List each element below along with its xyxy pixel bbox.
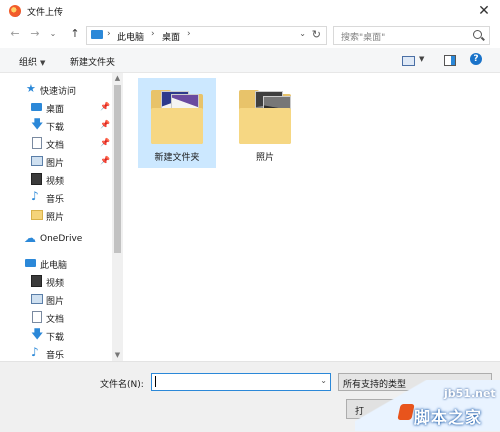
up-button[interactable]: ↑ (68, 27, 82, 41)
recent-locations-button[interactable]: ⌄ (46, 27, 60, 41)
sidebar-item-label: 文档 (46, 315, 65, 325)
sidebar-item-label: OneDrive (40, 234, 83, 244)
scrollbar-thumb[interactable] (114, 85, 121, 253)
firefox-icon (9, 5, 21, 17)
sidebar-item-quick-access[interactable]: ★ 快速访问 (0, 81, 112, 98)
sidebar-item-label: 下载 (46, 123, 65, 133)
computer-icon (25, 259, 36, 267)
folder-photos[interactable]: 照片 (226, 78, 304, 168)
download-icon: 🡇 (31, 117, 44, 131)
folder-icon (31, 210, 43, 220)
video-icon (31, 275, 42, 287)
music-icon: ♪ (31, 345, 39, 359)
sidebar-item-downloads[interactable]: 🡇 下载 📌 (0, 117, 112, 134)
pin-icon: 📌 (100, 138, 110, 147)
forward-button[interactable]: → (28, 27, 42, 41)
breadcrumb-desktop[interactable]: 桌面 (162, 30, 180, 43)
sidebar-item-pictures[interactable]: 图片 📌 (0, 153, 112, 170)
title-bar: 文件上传 ✕ (0, 0, 500, 22)
document-icon (32, 311, 42, 323)
desktop-icon (31, 103, 42, 111)
command-bar: 组织 ▼ 新建文件夹 ▼ ? (0, 48, 500, 73)
download-icon: 🡇 (31, 327, 44, 341)
sidebar-item-label: 音乐 (46, 195, 65, 205)
navigation-bar: ← → ⌄ ↑ › 此电脑 › 桌面 › ⌄ ↻ 搜索"桌面" (0, 22, 500, 48)
chevron-down-icon: ▼ (40, 59, 46, 67)
sidebar-item-label: 视频 (46, 279, 65, 289)
sidebar-item-pc-videos[interactable]: 视频 (0, 273, 112, 290)
sidebar-item-label: 此电脑 (40, 261, 68, 271)
this-pc-icon (91, 30, 103, 39)
file-name: 照片 (255, 153, 274, 163)
address-dropdown-icon[interactable]: ⌄ (299, 29, 306, 38)
search-placeholder: 搜索"桌面" (341, 33, 386, 43)
video-icon (31, 173, 42, 185)
cloud-icon: ☁ (24, 231, 36, 245)
breadcrumb-this-pc[interactable]: 此电脑 (117, 30, 144, 43)
sidebar-item-documents[interactable]: 文档 📌 (0, 135, 112, 152)
sidebar-item-label: 图片 (46, 297, 65, 307)
refresh-icon[interactable]: ↻ (312, 28, 321, 41)
scroll-down-arrow-icon[interactable]: ▼ (114, 351, 121, 359)
window-title: 文件上传 (27, 8, 64, 18)
sidebar-item-photos[interactable]: 照片 (0, 207, 112, 224)
sidebar-item-label: 音乐 (46, 351, 65, 361)
search-input[interactable]: 搜索"桌面" (333, 26, 490, 45)
organize-button[interactable]: 组织 ▼ (19, 55, 45, 68)
sidebar-item-label: 照片 (46, 213, 65, 223)
pictures-icon (31, 294, 43, 304)
file-list: 新建文件夹 照片 (123, 73, 500, 361)
sidebar-item-label: 下载 (46, 333, 65, 343)
folder-new-folder[interactable]: 新建文件夹 (138, 78, 216, 168)
search-icon (473, 30, 482, 39)
filename-label: 文件名(N): (100, 380, 144, 390)
star-icon: ★ (26, 82, 36, 95)
filename-input[interactable]: ⌄ (151, 373, 331, 391)
help-icon[interactable]: ? (470, 53, 482, 65)
sidebar-item-pc-documents[interactable]: 文档 (0, 309, 112, 326)
new-folder-button[interactable]: 新建文件夹 (70, 55, 115, 68)
scroll-up-arrow-icon[interactable]: ▲ (114, 74, 121, 82)
preview-pane-icon[interactable] (444, 55, 456, 66)
change-view-icon[interactable] (402, 56, 415, 66)
pin-icon: 📌 (100, 156, 110, 165)
sidebar-item-onedrive[interactable]: ☁ OneDrive (0, 231, 112, 248)
sidebar-item-music[interactable]: ♪ 音乐 (0, 189, 112, 206)
file-upload-dialog: 文件上传 ✕ ← → ⌄ ↑ › 此电脑 › 桌面 › ⌄ ↻ 搜索"桌面" 组… (0, 0, 500, 432)
pin-icon: 📌 (100, 102, 110, 111)
text-cursor (155, 376, 156, 387)
sidebar-item-label: 桌面 (46, 105, 65, 115)
document-icon (32, 137, 42, 149)
sidebar-item-label: 快速访问 (40, 87, 77, 97)
sidebar-item-pc-downloads[interactable]: 🡇 下载 (0, 327, 112, 344)
sidebar-item-pc-pictures[interactable]: 图片 (0, 291, 112, 308)
sidebar-item-videos[interactable]: 视频 (0, 171, 112, 188)
navigation-pane: ★ 快速访问 桌面 📌 🡇 下载 📌 文档 📌 图片 📌 视频 ♪ 音乐 照片 … (0, 73, 112, 361)
close-button[interactable]: ✕ (474, 2, 494, 20)
watermark-name: 脚本之家 (414, 408, 483, 427)
chevron-down-icon[interactable]: ⌄ (320, 376, 327, 385)
view-options-chevron-icon[interactable]: ▼ (419, 55, 424, 63)
pin-icon: 📌 (100, 120, 110, 129)
back-button[interactable]: ← (8, 27, 22, 41)
sidebar-item-this-pc[interactable]: 此电脑 (0, 255, 112, 272)
pictures-icon (31, 156, 43, 166)
sidebar-scrollbar[interactable]: ▲ ▼ (112, 73, 123, 361)
organize-label: 组织 (19, 58, 38, 68)
sidebar-item-label: 视频 (46, 177, 65, 187)
sidebar-item-label: 图片 (46, 159, 65, 169)
watermark-site: jb51.net (444, 387, 496, 400)
breadcrumb-separator[interactable]: › (151, 29, 155, 39)
folder-icon (151, 88, 203, 144)
breadcrumb-separator[interactable]: › (187, 29, 191, 39)
address-bar[interactable]: › 此电脑 › 桌面 › ⌄ ↻ (86, 26, 327, 45)
file-name: 新建文件夹 (154, 153, 200, 163)
sidebar-item-label: 文档 (46, 141, 65, 151)
breadcrumb-separator[interactable]: › (107, 29, 111, 39)
sidebar-item-desktop[interactable]: 桌面 📌 (0, 99, 112, 116)
music-icon: ♪ (31, 189, 39, 203)
sidebar-item-pc-music[interactable]: ♪ 音乐 (0, 345, 112, 361)
folder-icon (239, 88, 291, 144)
